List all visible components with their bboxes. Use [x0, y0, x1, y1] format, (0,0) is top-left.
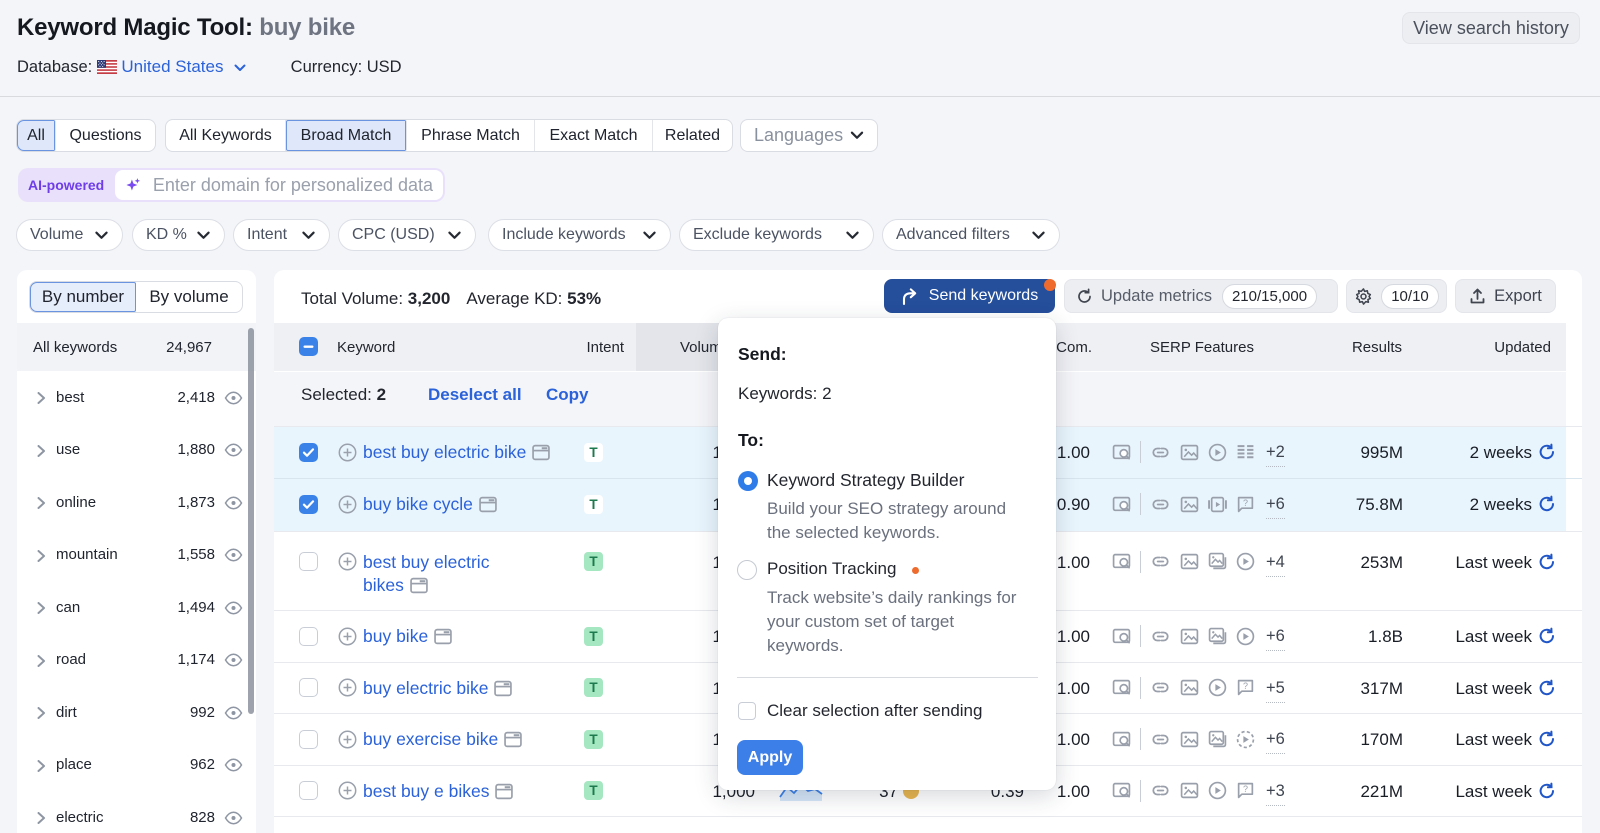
svg-text:?: ?: [1243, 498, 1248, 508]
svg-text:?: ?: [1243, 681, 1248, 691]
svg-text:?: ?: [1243, 784, 1248, 794]
